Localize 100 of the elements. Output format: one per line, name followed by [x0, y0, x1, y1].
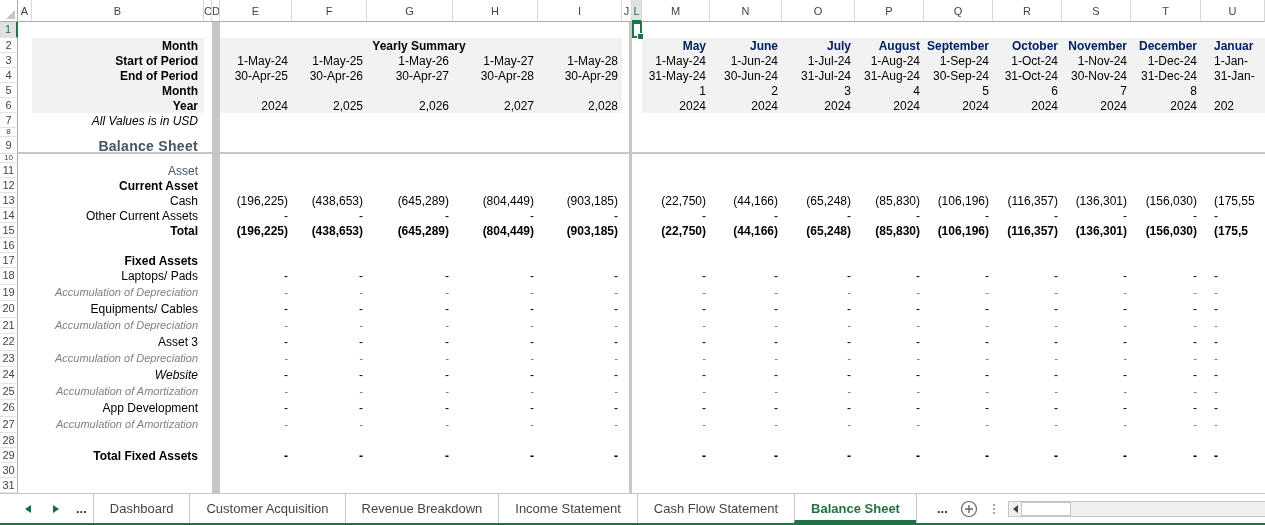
table-cell-text: -: [529, 448, 535, 463]
sheet-tab[interactable]: Balance Sheet: [794, 494, 916, 523]
row-label: Cash: [169, 193, 199, 208]
scroll-left-icon[interactable]: [1011, 504, 1020, 513]
table-cell-text: -: [444, 448, 450, 463]
more-sheets-button[interactable]: ...: [930, 501, 954, 516]
table-cell-text: -: [1213, 285, 1219, 301]
column-header[interactable]: Q: [924, 0, 993, 22]
row-header[interactable]: 3: [0, 53, 18, 68]
row-header[interactable]: 18: [0, 268, 18, 285]
table-cell-text: -: [1053, 384, 1059, 400]
row-header[interactable]: 2: [0, 38, 18, 53]
table-cell-text: -: [358, 400, 364, 417]
add-sheet-icon[interactable]: [959, 499, 978, 518]
table-cell-text: -: [613, 351, 619, 367]
table-cell-text: -: [358, 268, 364, 285]
table-cell-text: -: [773, 384, 779, 400]
table-cell-text: -: [444, 367, 450, 384]
table-cell-text: 30-Apr-27: [394, 68, 450, 83]
table-cell-text: May: [681, 38, 707, 53]
row-header[interactable]: 14: [0, 208, 18, 223]
row-header[interactable]: 9: [0, 137, 18, 154]
column-header[interactable]: L: [632, 0, 642, 22]
table-cell-text: -: [984, 367, 990, 384]
column-header[interactable]: C: [204, 0, 212, 22]
row-header[interactable]: 12: [0, 178, 18, 193]
row-header[interactable]: 17: [0, 253, 18, 268]
table-cell-text: -: [283, 285, 289, 301]
row-header[interactable]: 10: [0, 154, 18, 163]
row-label: Total Fixed Assets: [92, 448, 199, 463]
row-label: Equipments/ Cables: [89, 301, 199, 318]
column-header[interactable]: F: [292, 0, 367, 22]
table-cell-text: (44,166): [732, 223, 779, 238]
row-header[interactable]: 23: [0, 350, 18, 367]
column-header[interactable]: R: [993, 0, 1062, 22]
row-header[interactable]: 4: [0, 68, 18, 83]
table-cell-text: -: [529, 351, 535, 367]
table-cell-text: -: [283, 334, 289, 351]
table-cell-text: 3: [843, 83, 852, 98]
row-header[interactable]: 11: [0, 163, 18, 178]
table-cell-text: -: [701, 301, 707, 318]
table-cell-text: -: [358, 285, 364, 301]
column-header[interactable]: M: [642, 0, 710, 22]
row-header[interactable]: 5: [0, 83, 18, 98]
row-header[interactable]: 28: [0, 433, 18, 448]
column-header[interactable]: H: [453, 0, 538, 22]
row-header[interactable]: 8: [0, 128, 18, 137]
row-header[interactable]: 22: [0, 334, 18, 351]
row-header[interactable]: 27: [0, 416, 18, 433]
row-header[interactable]: 15: [0, 223, 18, 238]
table-cell-text: 202: [1213, 98, 1236, 113]
table-cell-text: (136,301): [1074, 223, 1128, 238]
column-header[interactable]: G: [367, 0, 453, 22]
row-header[interactable]: 29: [0, 448, 18, 463]
column-header[interactable]: A: [18, 0, 32, 22]
column-header[interactable]: S: [1062, 0, 1131, 22]
column-header[interactable]: N: [710, 0, 782, 22]
table-cell-text: -: [984, 448, 990, 463]
table-cell-text: -: [358, 318, 364, 334]
row-header[interactable]: 30: [0, 463, 18, 478]
table-cell-text: -: [701, 318, 707, 334]
row-header[interactable]: 21: [0, 317, 18, 334]
table-cell-text: -: [358, 351, 364, 367]
splitter-handle-icon[interactable]: [991, 502, 996, 515]
table-cell-text: -: [1053, 268, 1059, 285]
row-header[interactable]: 26: [0, 400, 18, 417]
table-cell-text: (196,225): [235, 223, 289, 238]
table-cell-text: (156,030): [1144, 223, 1198, 238]
column-header[interactable]: I: [538, 0, 622, 22]
row-header[interactable]: 24: [0, 367, 18, 384]
table-cell-text: December: [1137, 38, 1198, 53]
row-header[interactable]: 13: [0, 193, 18, 208]
horizontal-scrollbar[interactable]: [1007, 500, 1265, 517]
column-header[interactable]: U: [1201, 0, 1265, 22]
table-cell-text: 31-May-24: [647, 68, 707, 83]
table-cell-text: -: [1192, 351, 1198, 367]
table-cell-text: 1-Oct-24: [1010, 53, 1059, 68]
row-header[interactable]: 19: [0, 284, 18, 301]
row-header[interactable]: 20: [0, 301, 18, 318]
row-label: App Development: [101, 400, 199, 417]
column-header[interactable]: P: [855, 0, 924, 22]
more-sheets-button[interactable]: ...: [70, 501, 93, 516]
column-header[interactable]: T: [1131, 0, 1201, 22]
scrollbar-thumb[interactable]: [1020, 501, 1071, 516]
column-header[interactable]: J: [622, 0, 632, 22]
column-header[interactable]: B: [32, 0, 204, 22]
row-label: Other Current Assets: [84, 208, 199, 223]
table-cell-text: -: [283, 268, 289, 285]
row-header[interactable]: 7: [0, 113, 18, 128]
row-header[interactable]: 1: [0, 22, 18, 38]
row-header[interactable]: 25: [0, 383, 18, 400]
column-header[interactable]: O: [782, 0, 855, 22]
row-header[interactable]: 6: [0, 98, 18, 113]
column-header[interactable]: E: [220, 0, 292, 22]
table-cell-text: August: [877, 38, 921, 53]
table-cell-text: -: [613, 367, 619, 384]
table-cell-text: -: [1192, 400, 1198, 417]
table-cell-text: 30-Apr-29: [563, 68, 619, 83]
row-header[interactable]: 16: [0, 238, 18, 253]
table-cell-text: (22,750): [660, 193, 707, 208]
